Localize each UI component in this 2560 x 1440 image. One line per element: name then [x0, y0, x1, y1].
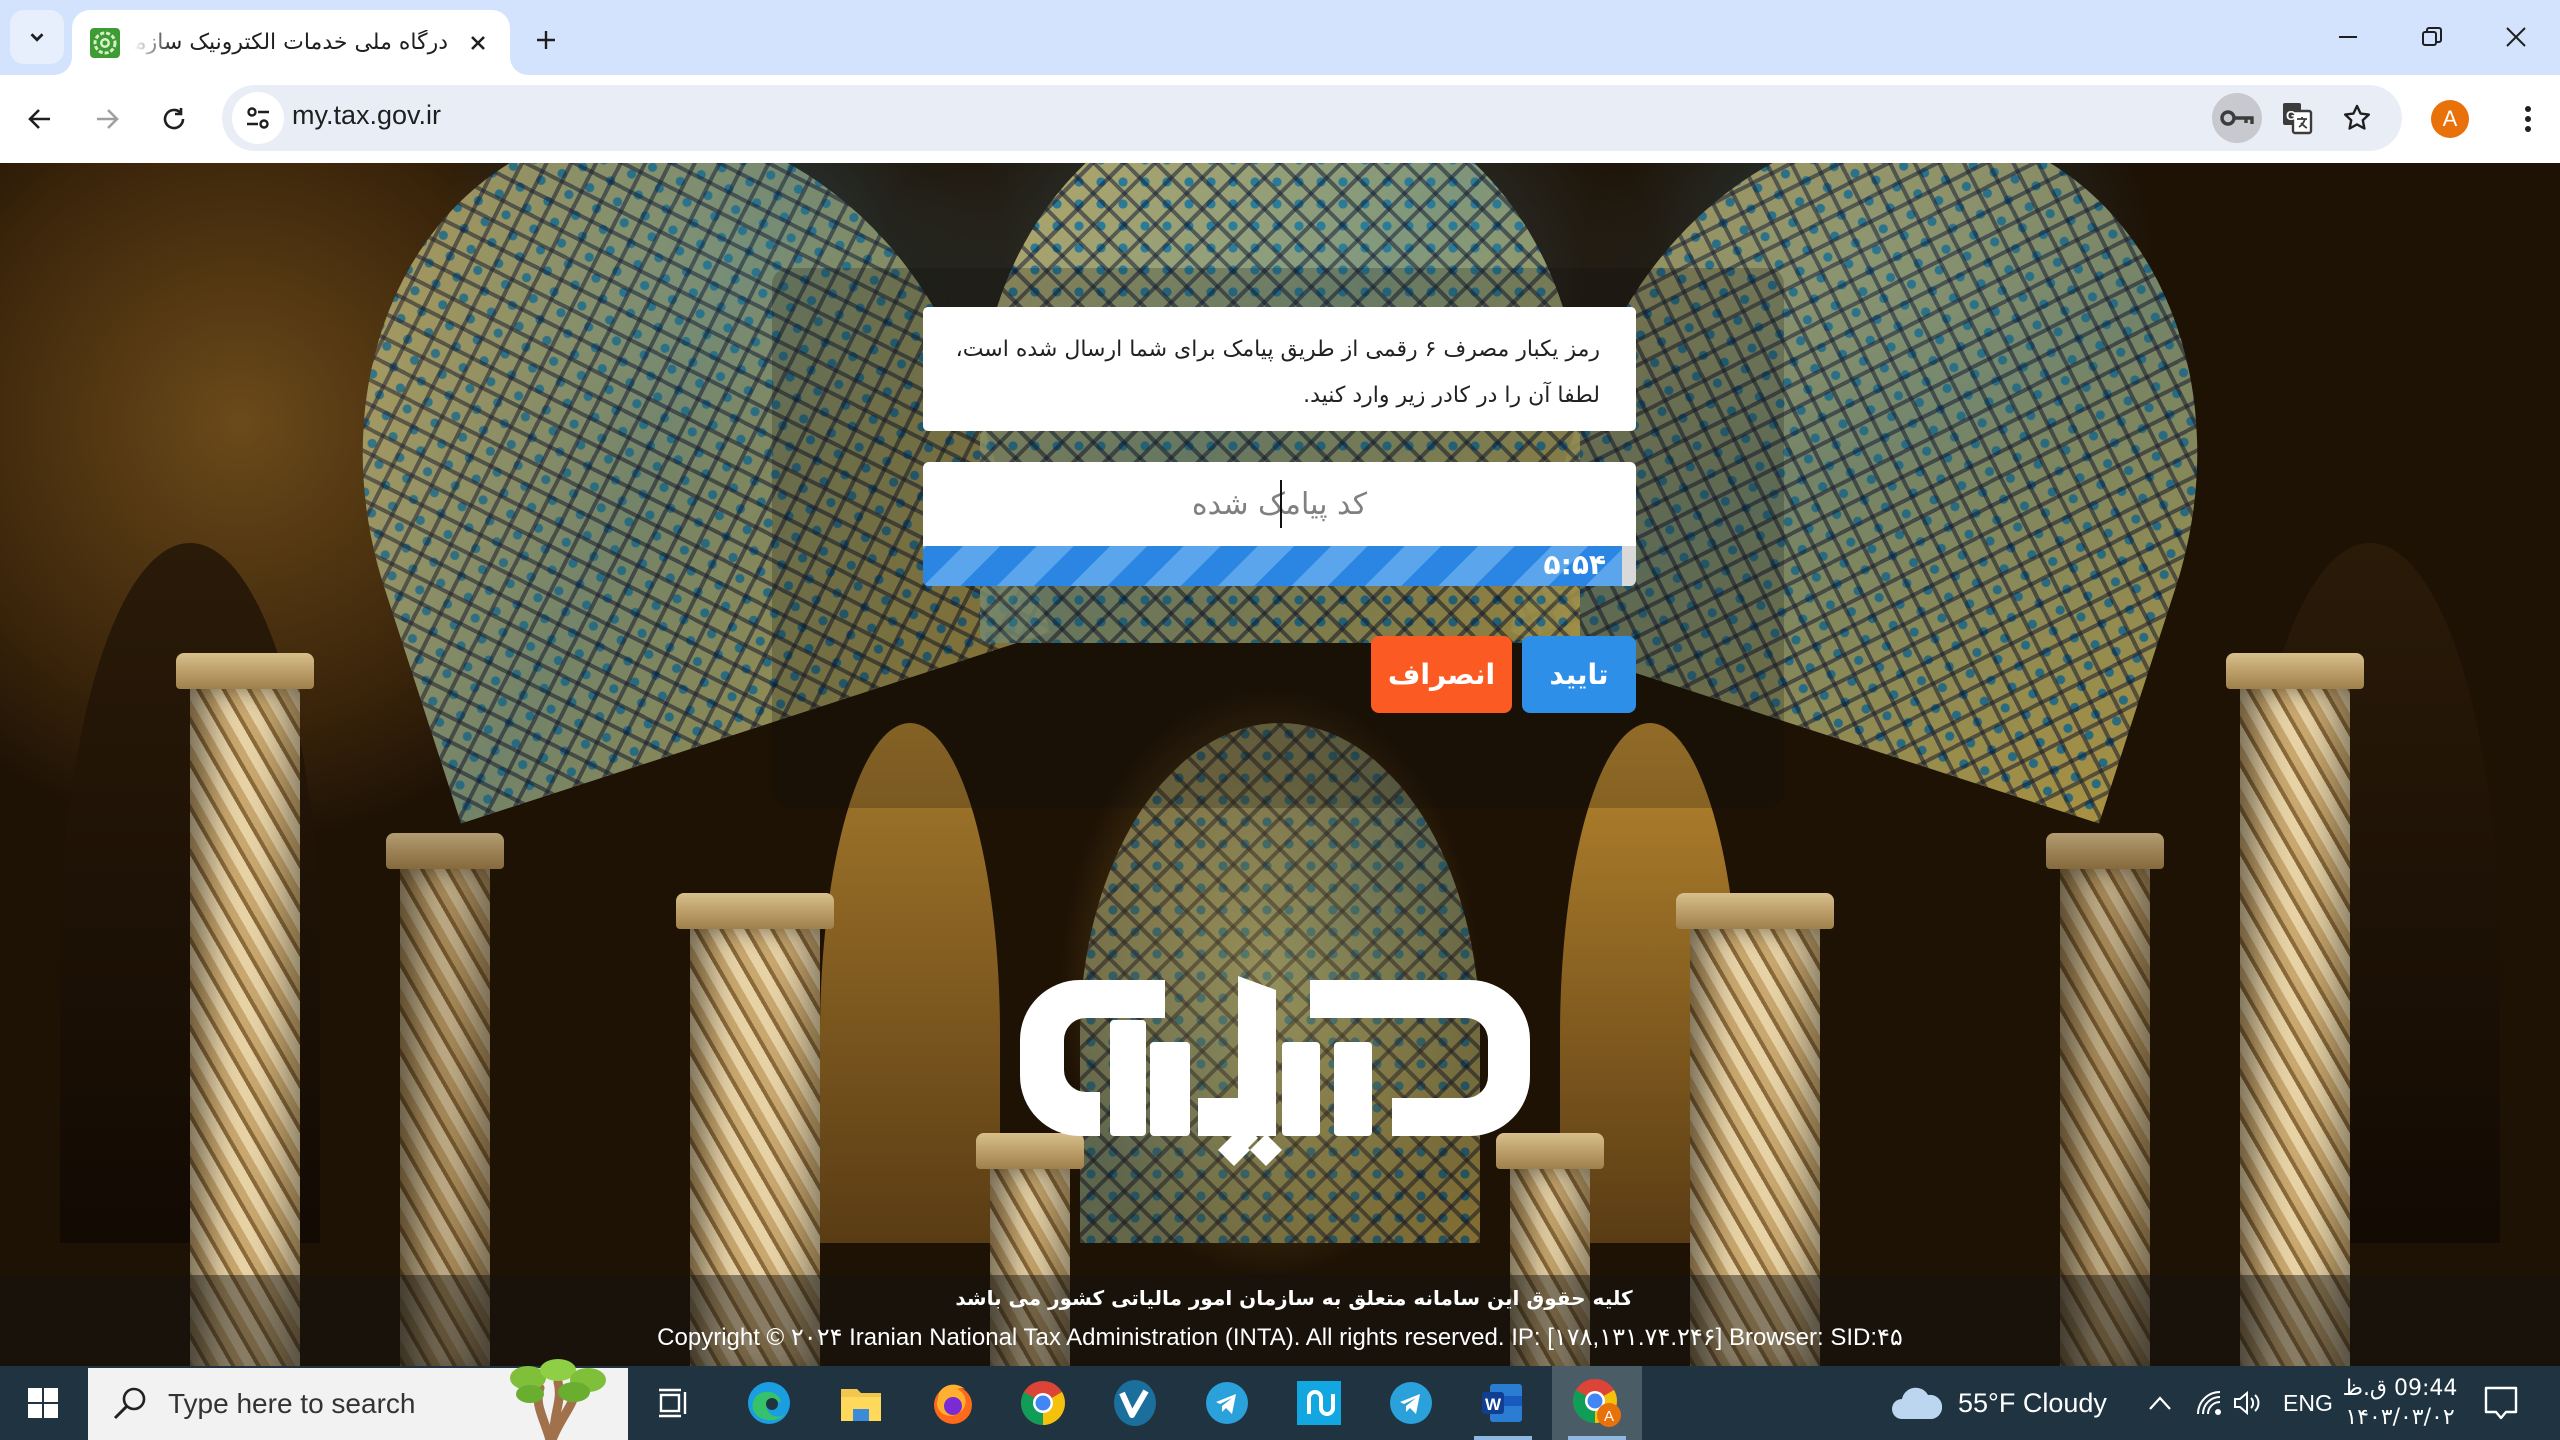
svg-text:A: A	[1604, 1408, 1614, 1425]
taskbar-word[interactable]: W	[1458, 1366, 1548, 1440]
svg-text:G: G	[2286, 108, 2296, 123]
tab-title: درگاه ملی خدمات الکترونیک سازمان امور ما…	[134, 30, 448, 55]
close-icon	[2506, 27, 2526, 47]
arrow-left-icon	[28, 109, 50, 129]
search-placeholder: Type here to search	[168, 1388, 416, 1419]
notification-center-icon[interactable]	[2478, 1380, 2524, 1426]
tax-org-favicon-icon	[90, 27, 120, 58]
folder-icon	[841, 1389, 881, 1421]
browser-titlebar: درگاه ملی خدمات الکترونیک سازمان امور ما…	[0, 0, 2560, 75]
password-manager-button[interactable]	[2212, 93, 2262, 143]
footer-copyright-en: Copyright © ۲۰۲۴ Iranian National Tax Ad…	[657, 1324, 1903, 1351]
translate-button[interactable]: G	[2272, 93, 2322, 143]
chrome-icon: A	[1573, 1379, 1621, 1427]
new-tab-button[interactable]	[522, 18, 570, 62]
search-highlight-tree-icon	[510, 1359, 606, 1440]
start-button[interactable]	[0, 1366, 86, 1440]
bookmark-button[interactable]	[2332, 93, 2382, 143]
close-window-button[interactable]	[2486, 12, 2546, 62]
svg-text:W: W	[1485, 1395, 1502, 1414]
taskbar-telegram-2[interactable]	[1366, 1366, 1456, 1440]
otp-timer-fill	[923, 546, 1622, 586]
taskbar-edge[interactable]	[724, 1366, 814, 1440]
v-app-icon	[1114, 1380, 1156, 1426]
taskbar-task-view[interactable]	[628, 1366, 718, 1440]
spiral-column	[176, 653, 314, 1366]
otp-instructions: رمز یکبار مصرف ۶ رقمی از طریق پیامک برای…	[923, 307, 1636, 431]
plus-icon	[537, 31, 555, 49]
browser-toolbar: my.tax.gov.ir G A	[0, 75, 2560, 163]
clock-time: 09:44 ق.ظ	[2342, 1376, 2458, 1401]
logo-letters	[1020, 976, 1530, 1166]
windows-logo-icon	[28, 1388, 58, 1418]
telegram-icon	[1206, 1382, 1248, 1424]
network-button[interactable]	[2196, 1366, 2222, 1440]
taskbar-v-app[interactable]	[1090, 1366, 1180, 1440]
taskbar-clock[interactable]: 09:44 ق.ظ ۱۴۰۳/۰۳/۰۲	[2330, 1374, 2470, 1432]
telegram-icon	[1390, 1382, 1432, 1424]
tax-logo	[1020, 976, 1530, 1166]
text-caret	[1280, 480, 1282, 528]
instruction-line-1: رمز یکبار مصرف ۶ رقمی از طریق پیامک برای…	[955, 337, 1600, 362]
taskbar-blue-app[interactable]	[1274, 1366, 1364, 1440]
edge-icon	[748, 1382, 790, 1424]
confirm-button[interactable]: تایید	[1522, 636, 1636, 713]
clock-date: ۱۴۰۳/۰۳/۰۲	[2345, 1405, 2455, 1430]
show-hidden-icons-button[interactable]	[2148, 1366, 2172, 1440]
page-footer: کلیه حقوق این سامانه متعلق به سازمان امو…	[0, 1275, 2560, 1366]
restore-button[interactable]	[2402, 12, 2462, 62]
footer-rights-fa-text: کلیه حقوق این سامانه متعلق به سازمان امو…	[955, 1286, 1633, 1310]
footer-rights-fa: کلیه حقوق این سامانه متعلق به سازمان امو…	[0, 1286, 2560, 1310]
firefox-icon	[934, 1384, 972, 1424]
windows-taskbar: Type here to search W A 55°F Cloudy ENG …	[0, 1359, 2560, 1440]
minimize-icon	[2339, 36, 2357, 38]
arrow-right-icon	[97, 109, 119, 129]
spiral-column	[2226, 653, 2364, 1366]
taskbar-telegram[interactable]	[1182, 1366, 1272, 1440]
site-info-button[interactable]	[232, 92, 284, 144]
language-indicator[interactable]: ENG	[2283, 1366, 2333, 1440]
profile-avatar[interactable]: A	[2431, 100, 2469, 138]
tab-close-icon[interactable]	[464, 29, 492, 57]
minimize-button[interactable]	[2318, 12, 2378, 62]
search-icon	[113, 1387, 146, 1420]
tab-search-button[interactable]	[10, 10, 64, 64]
restore-icon	[2422, 27, 2442, 46]
blue-app-icon	[1297, 1381, 1341, 1425]
volume-button[interactable]	[2232, 1366, 2264, 1440]
otp-timer-text: ۵:۵۴	[1543, 548, 1606, 581]
chrome-icon	[1021, 1381, 1065, 1425]
task-view-icon	[659, 1388, 687, 1418]
taskbar-chrome[interactable]	[998, 1366, 1088, 1440]
taskbar-firefox[interactable]	[908, 1366, 998, 1440]
chevron-up-icon	[2149, 1396, 2171, 1410]
url-text[interactable]: my.tax.gov.ir	[292, 100, 441, 131]
more-vert-icon	[2525, 106, 2531, 132]
cancel-button[interactable]: انصراف	[1371, 636, 1512, 713]
chevron-down-icon	[30, 33, 44, 42]
taskbar-chrome-profile[interactable]: A	[1552, 1366, 1642, 1440]
star-icon	[2344, 104, 2370, 130]
otp-timer-bar: ۵:۵۴	[923, 546, 1636, 586]
speaker-icon	[2234, 1390, 2260, 1416]
tune-icon	[247, 107, 269, 129]
reload-button[interactable]	[146, 91, 202, 147]
taskbar-file-explorer[interactable]	[816, 1366, 906, 1440]
reload-icon	[163, 108, 185, 130]
cloud-icon	[1892, 1387, 1942, 1419]
translate-icon: G	[2283, 103, 2313, 135]
forward-button[interactable]	[79, 91, 135, 147]
browser-menu-button[interactable]	[2500, 91, 2556, 147]
word-icon: W	[1482, 1384, 1522, 1422]
weather-text: 55°F Cloudy	[1958, 1387, 2107, 1418]
taskbar-search-box[interactable]: Type here to search	[88, 1359, 628, 1440]
weather-widget[interactable]: 55°F Cloudy	[1890, 1366, 2107, 1440]
key-icon	[2220, 110, 2254, 126]
address-bar[interactable]: my.tax.gov.ir G	[222, 85, 2402, 151]
back-button[interactable]	[12, 91, 68, 147]
browser-tab-active[interactable]: درگاه ملی خدمات الکترونیک سازمان امور ما…	[72, 10, 510, 75]
instruction-line-2: لطفا آن را در کادر زیر وارد کنید.	[1303, 383, 1600, 408]
wifi-icon	[2197, 1391, 2221, 1415]
